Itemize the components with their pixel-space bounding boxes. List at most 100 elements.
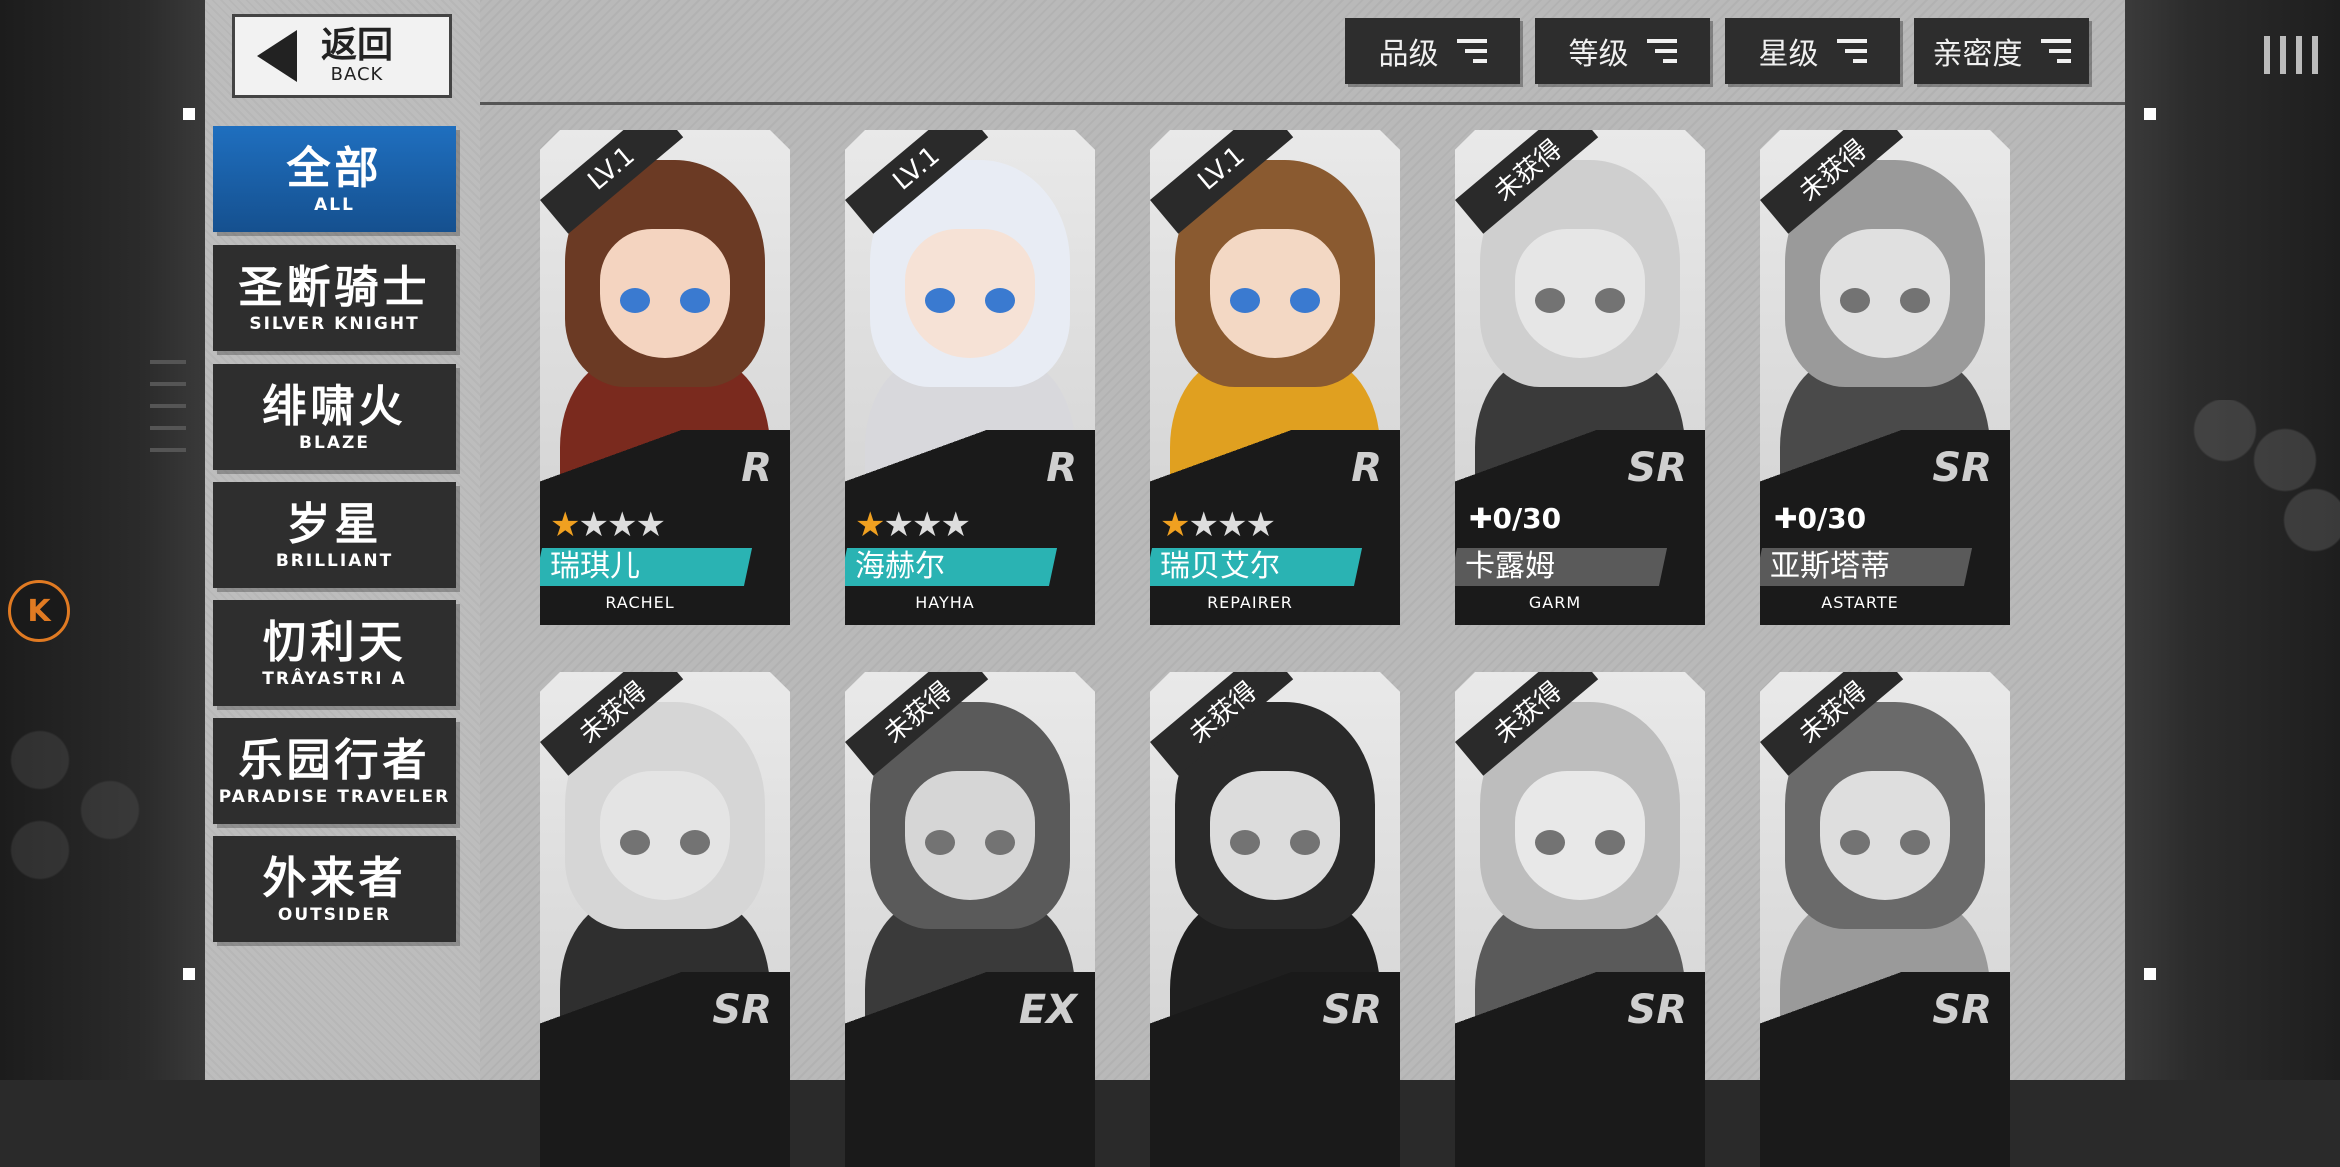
category-label: 全部 xyxy=(286,143,383,194)
rarity-label: SR xyxy=(1627,445,1687,491)
category-tab-all[interactable]: 全部 ALL xyxy=(213,126,456,232)
sort-lines-icon xyxy=(2040,39,2071,63)
rarity-label: EX xyxy=(1018,987,1077,1033)
star-rating: ★★★★ xyxy=(1160,505,1276,545)
star-icon: ★ xyxy=(635,505,666,545)
shard-count-value: 0/30 xyxy=(1492,502,1562,535)
rarity-label: R xyxy=(1351,445,1382,491)
star-icon: ★ xyxy=(1160,505,1191,545)
star-rating: ★★★★ xyxy=(855,505,971,545)
back-label: 返回 xyxy=(321,25,394,66)
corner-marker-icon xyxy=(2144,968,2156,980)
category-tab-paradise-traveler[interactable]: 乐园行者 PARADISE TRAVELER xyxy=(213,718,456,824)
star-icon: ★ xyxy=(940,505,971,545)
star-rating: ★★★★ xyxy=(550,505,666,545)
star-icon: ★ xyxy=(911,505,943,545)
sort-level-button[interactable]: 等级 xyxy=(1535,18,1710,84)
back-arrow-icon xyxy=(257,30,297,82)
category-label-en: SILVER KNIGHT xyxy=(249,314,420,334)
character-name: 瑞琪儿 xyxy=(550,549,640,584)
rarity-label: SR xyxy=(1932,445,1992,491)
back-label-en: BACK xyxy=(330,64,384,85)
star-icon: ★ xyxy=(550,505,581,545)
category-tab-silver-knight[interactable]: 圣断骑士 SILVER KNIGHT xyxy=(213,245,456,351)
character-card[interactable]: 未获得 SR xyxy=(1760,672,2010,1167)
character-name-en: ASTARTE xyxy=(1821,593,1899,612)
character-name-en: HAYHA xyxy=(915,593,975,612)
stripes-decoration xyxy=(150,360,186,490)
left-rail xyxy=(0,0,205,1080)
star-icon: ★ xyxy=(578,505,609,545)
back-button[interactable]: 返回 BACK xyxy=(232,14,452,98)
star-icon: ★ xyxy=(606,505,638,545)
sort-grade-button[interactable]: 品级 xyxy=(1345,18,1520,84)
puzzle-piece-icon: ✚ xyxy=(1469,502,1493,535)
category-tab-outsider[interactable]: 外来者 OUTSIDER xyxy=(213,836,456,942)
category-tab-brilliant[interactable]: 岁星 BRILLIANT xyxy=(213,482,456,588)
divider xyxy=(480,102,2125,105)
character-name: 亚斯塔蒂 xyxy=(1770,549,1890,584)
rarity-label: SR xyxy=(1322,987,1382,1033)
character-name-en: RACHEL xyxy=(605,593,675,612)
rarity-label: SR xyxy=(712,987,772,1033)
category-tab-trayastria[interactable]: 忉利天 TRÂYASTRI A xyxy=(213,600,456,706)
character-name-en: REPAIRER xyxy=(1207,593,1293,612)
rarity-label: SR xyxy=(1932,987,1992,1033)
shard-count-value: 0/30 xyxy=(1797,502,1867,535)
character-card[interactable]: 未获得 SR xyxy=(540,672,790,1167)
hex-pattern-decoration xyxy=(2125,400,2340,600)
star-icon: ★ xyxy=(1216,505,1248,545)
character-card[interactable]: 未获得 SR xyxy=(1150,672,1400,1167)
right-rail xyxy=(2125,0,2340,1080)
character-name-en: GARM xyxy=(1528,593,1582,612)
corner-marker-icon xyxy=(2144,108,2156,120)
shard-count: ✚0/30 xyxy=(1469,502,1561,535)
sort-label: 亲密度 xyxy=(1932,37,2023,72)
sort-label: 星级 xyxy=(1758,37,1819,72)
category-label-en: PARADISE TRAVELER xyxy=(218,787,451,807)
rarity-label: R xyxy=(1046,445,1077,491)
sort-label: 等级 xyxy=(1568,37,1629,72)
k-logo-icon[interactable]: K xyxy=(8,580,70,642)
star-icon: ★ xyxy=(883,505,914,545)
category-label-en: ALL xyxy=(314,195,355,215)
category-label: 乐园行者 xyxy=(238,735,431,786)
sort-label: 品级 xyxy=(1378,37,1439,72)
category-label: 圣断骑士 xyxy=(238,262,431,313)
character-name: 瑞贝艾尔 xyxy=(1160,549,1280,584)
character-card[interactable]: LV.1 R ★★★★ 海赫尔 HAYHA xyxy=(845,130,1095,625)
rarity-label: R xyxy=(741,445,772,491)
character-card[interactable]: LV.1 R ★★★★ 瑞琪儿 RACHEL xyxy=(540,130,790,625)
category-label: 绯啸火 xyxy=(262,381,407,432)
category-label: 外来者 xyxy=(262,853,407,904)
shard-count: ✚0/30 xyxy=(1774,502,1866,535)
character-name: 海赫尔 xyxy=(855,549,945,584)
menu-icon[interactable] xyxy=(2264,36,2318,74)
rarity-label: SR xyxy=(1627,987,1687,1033)
puzzle-piece-icon: ✚ xyxy=(1774,502,1798,535)
category-tab-blaze[interactable]: 绯啸火 BLAZE xyxy=(213,364,456,470)
star-icon: ★ xyxy=(1188,505,1219,545)
corner-marker-icon xyxy=(183,108,195,120)
character-card[interactable]: 未获得 SR ✚0/30 卡露姆 GARM xyxy=(1455,130,1705,625)
category-label-en: BRILLIANT xyxy=(275,551,394,571)
sort-star-button[interactable]: 星级 xyxy=(1725,18,1900,84)
category-label-en: TRÂYASTRI A xyxy=(262,669,407,689)
star-icon: ★ xyxy=(855,505,886,545)
character-card[interactable]: LV.1 R ★★★★ 瑞贝艾尔 REPAIRER xyxy=(1150,130,1400,625)
character-card[interactable]: 未获得 EX xyxy=(845,672,1095,1167)
hex-pattern-decoration xyxy=(0,700,205,1000)
character-card[interactable]: 未获得 SR xyxy=(1455,672,1705,1167)
corner-marker-icon xyxy=(183,968,195,980)
sort-lines-icon xyxy=(1836,39,1867,63)
category-label-en: BLAZE xyxy=(299,433,370,453)
category-label-en: OUTSIDER xyxy=(277,905,392,925)
character-name: 卡露姆 xyxy=(1465,549,1555,584)
sort-intimacy-button[interactable]: 亲密度 xyxy=(1914,18,2089,84)
category-label: 岁星 xyxy=(286,499,383,550)
category-label: 忉利天 xyxy=(262,617,407,668)
star-icon: ★ xyxy=(1245,505,1276,545)
sort-lines-icon xyxy=(1646,39,1677,63)
character-card[interactable]: 未获得 SR ✚0/30 亚斯塔蒂 ASTARTE xyxy=(1760,130,2010,625)
sort-lines-icon xyxy=(1456,39,1487,63)
